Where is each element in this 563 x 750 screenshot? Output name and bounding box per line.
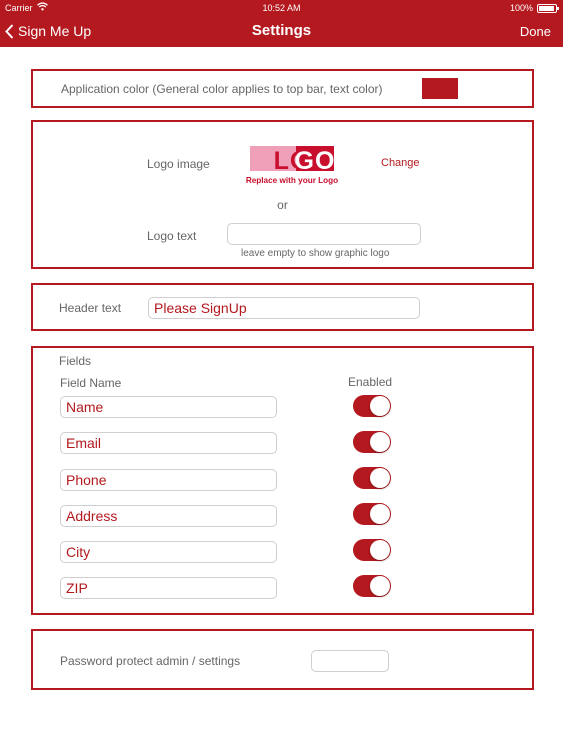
field-name-header: Field Name xyxy=(60,376,122,390)
battery-icon xyxy=(537,4,559,13)
field-name-input[interactable] xyxy=(60,469,277,491)
svg-text:GO: GO xyxy=(295,147,336,175)
field-name-input[interactable] xyxy=(60,541,277,563)
toggle-knob xyxy=(370,468,390,488)
toggle-knob xyxy=(370,396,390,416)
toggle-knob xyxy=(370,432,390,452)
fields-section: Fields Field Name Enabled xyxy=(31,346,534,615)
header-text-label: Header text xyxy=(59,301,122,315)
fields-section-label: Fields xyxy=(59,354,92,368)
logo-text-label: Logo text xyxy=(147,229,197,243)
field-enabled-toggle[interactable] xyxy=(353,395,391,417)
field-enabled-toggle[interactable] xyxy=(353,431,391,453)
field-enabled-toggle[interactable] xyxy=(353,539,391,561)
toggle-knob xyxy=(370,540,390,560)
status-bar: Carrier 10:52 AM 100% xyxy=(0,0,563,16)
header-text-section: Header text xyxy=(31,283,534,331)
toggle-knob xyxy=(370,504,390,524)
password-label: Password protect admin / settings xyxy=(60,654,241,668)
logo-section: Logo image LO GO Replace with your Logo … xyxy=(31,120,534,269)
status-time: 10:52 AM xyxy=(262,3,301,13)
password-input[interactable] xyxy=(311,650,389,672)
logo-image-label: Logo image xyxy=(147,157,210,171)
app-color-label: Application color (General color applies… xyxy=(61,82,383,96)
change-logo-link[interactable]: Change xyxy=(381,157,420,169)
logo-text-input[interactable] xyxy=(227,223,421,245)
field-enabled-toggle[interactable] xyxy=(353,503,391,525)
battery-percent: 100% xyxy=(509,3,533,13)
field-name-input[interactable] xyxy=(60,396,277,418)
field-enabled-toggle[interactable] xyxy=(353,575,391,597)
header-text-input[interactable] xyxy=(148,297,420,319)
app-color-swatch[interactable] xyxy=(422,78,458,99)
nav-bar: Sign Me Up Settings Done xyxy=(0,16,563,47)
field-name-input[interactable] xyxy=(60,432,277,454)
page-title: Settings xyxy=(251,22,312,39)
logo-text-hint: leave empty to show graphic logo xyxy=(241,248,390,259)
done-button[interactable]: Done xyxy=(520,24,551,39)
password-section: Password protect admin / settings xyxy=(31,629,534,690)
field-name-input[interactable] xyxy=(60,505,277,527)
svg-text:Replace with your Logo: Replace with your Logo xyxy=(246,176,338,185)
toggle-knob xyxy=(370,576,390,596)
field-enabled-toggle[interactable] xyxy=(353,467,391,489)
enabled-header: Enabled xyxy=(348,375,393,389)
logo-image: LO GO Replace with your Logo xyxy=(246,146,338,185)
field-name-input[interactable] xyxy=(60,577,277,599)
or-separator: or xyxy=(277,198,288,212)
app-color-section: Application color (General color applies… xyxy=(31,69,534,108)
